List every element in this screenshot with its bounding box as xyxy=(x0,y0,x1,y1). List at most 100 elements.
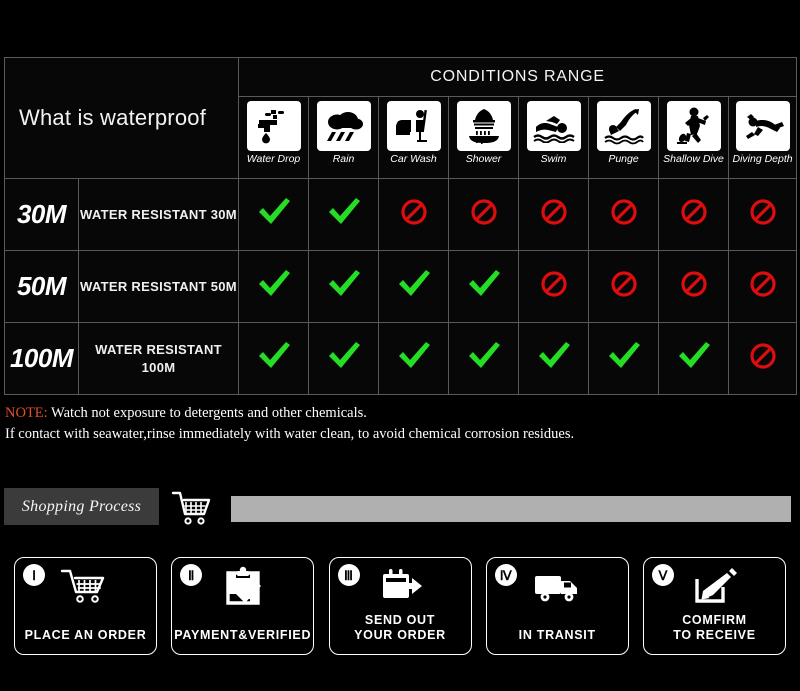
shopping-process-tag: Shopping Process xyxy=(4,488,159,525)
package-arrow-out-icon xyxy=(330,566,471,608)
rating-cell-r0-c4 xyxy=(518,178,590,251)
condition-column-header-7: Diving Depth xyxy=(728,96,798,179)
rating-cell-r2-c2 xyxy=(378,322,450,395)
description-cell: WATER RESISTANT 50M xyxy=(77,250,240,323)
rating-cell-r1-c1 xyxy=(308,250,380,323)
shopping-step-5[interactable]: Ⅴ COMFIRM TO RECEIVE xyxy=(643,557,786,655)
description-cell: WATER RESISTANT 30M xyxy=(77,178,240,251)
shopping-process-progress-bar xyxy=(231,496,791,522)
condition-column-header-1: Rain xyxy=(308,96,380,179)
check-mark-icon xyxy=(397,341,431,371)
rating-cell-r1-c0 xyxy=(238,250,310,323)
rating-cell-r0-c5 xyxy=(588,178,660,251)
condition-label: Diving Depth xyxy=(732,153,793,165)
shopping-steps-row: Ⅰ PLACE AN ORDER Ⅱ PAYMENT&VERIFIED Ⅲ SE… xyxy=(0,557,800,661)
rating-cell-r2-c1 xyxy=(308,322,380,395)
conditions-range-label: CONDITIONS RANGE xyxy=(430,68,605,85)
depth-value: 50M xyxy=(16,271,67,301)
prohibited-mark-icon xyxy=(610,198,638,226)
rating-cell-r2-c5 xyxy=(588,322,660,395)
check-mark-icon xyxy=(537,341,571,371)
rating-cell-r2-c6 xyxy=(658,322,730,395)
note-line-1: NOTE: Watch not exposure to detergents a… xyxy=(5,403,795,424)
rating-cell-r1-c5 xyxy=(588,250,660,323)
rating-cell-r2-c3 xyxy=(448,322,520,395)
prohibited-mark-icon xyxy=(540,198,568,226)
pencil-signature-icon xyxy=(644,566,785,608)
description-text: WATER RESISTANT 30M xyxy=(80,206,237,222)
condition-label: Shallow Dive xyxy=(663,153,724,165)
prohibited-mark-icon xyxy=(749,270,777,298)
plunge-dive-icon xyxy=(596,101,651,151)
description-cell: WATER RESISTANT 100M xyxy=(77,322,240,395)
page-title: What is waterproof xyxy=(19,105,207,130)
description-text: WATER RESISTANT 100M xyxy=(95,341,222,375)
table-row: 30M WATER RESISTANT 30M xyxy=(4,178,798,251)
faucet-water-drop-icon xyxy=(246,101,301,151)
check-mark-icon xyxy=(257,197,291,227)
condition-label: Shower xyxy=(465,153,502,165)
condition-column-header-2: Car Wash xyxy=(378,96,450,179)
note-line-2: If contact with seawater,rinse immediate… xyxy=(5,426,575,442)
depth-value-cell: 50M xyxy=(4,250,79,323)
condition-column-header-3: Shower xyxy=(448,96,520,179)
rating-cell-r1-c6 xyxy=(658,250,730,323)
description-text: WATER RESISTANT 50M xyxy=(80,278,237,294)
rating-cell-r0-c0 xyxy=(238,178,310,251)
car-wash-icon xyxy=(386,101,441,151)
condition-label: Water Drop xyxy=(246,153,301,165)
rain-cloud-icon xyxy=(316,101,371,151)
rating-cell-r0-c3 xyxy=(448,178,520,251)
prohibited-mark-icon xyxy=(610,270,638,298)
step-label: PLACE AN ORDER xyxy=(24,628,147,642)
rating-cell-r1-c3 xyxy=(448,250,520,323)
depth-value: 100M xyxy=(9,343,74,373)
check-mark-icon xyxy=(397,269,431,299)
shopping-step-2[interactable]: Ⅱ PAYMENT&VERIFIED xyxy=(171,557,315,655)
condition-label: Swim xyxy=(540,153,567,165)
rating-cell-r2-c4 xyxy=(518,322,590,395)
shower-icon xyxy=(456,101,511,151)
rating-cell-r1-c2 xyxy=(378,250,450,323)
swim-icon xyxy=(526,101,581,151)
shallow-dive-icon xyxy=(666,101,721,151)
note-keyword: NOTE: xyxy=(5,405,48,421)
rating-cell-r1-c7 xyxy=(728,250,798,323)
depth-value-cell: 30M xyxy=(4,178,79,251)
condition-label: Punge xyxy=(608,153,639,165)
check-mark-icon xyxy=(327,341,361,371)
condition-column-header-5: Punge xyxy=(588,96,660,179)
check-mark-icon xyxy=(257,269,291,299)
prohibited-mark-icon xyxy=(680,270,708,298)
table-row: 50M WATER RESISTANT 50M xyxy=(4,250,798,323)
shopping-cart-icon xyxy=(167,488,219,530)
step-label: SEND OUT YOUR ORDER xyxy=(354,613,446,642)
condition-column-header-4: Swim xyxy=(518,96,590,179)
condition-column-header-0: Water Drop xyxy=(238,96,310,179)
prohibited-mark-icon xyxy=(470,198,498,226)
shopping-step-3[interactable]: Ⅲ SEND OUT YOUR ORDER xyxy=(328,557,472,655)
prohibited-mark-icon xyxy=(540,270,568,298)
check-mark-icon xyxy=(327,197,361,227)
note-line-1-text: Watch not exposure to detergents and oth… xyxy=(47,405,367,421)
shopping-step-1[interactable]: Ⅰ PLACE AN ORDER xyxy=(14,557,157,655)
condition-column-header-6: Shallow Dive xyxy=(658,96,730,179)
condition-label: Rain xyxy=(332,153,355,165)
table-row: 100M WATER RESISTANT 100M xyxy=(4,322,798,395)
check-mark-icon xyxy=(257,341,291,371)
step-label: COMFIRM TO RECEIVE xyxy=(673,613,756,642)
rating-cell-r0-c2 xyxy=(378,178,450,251)
check-mark-icon xyxy=(467,341,501,371)
rating-cell-r0-c7 xyxy=(728,178,798,251)
rating-cell-r2-c7 xyxy=(728,322,798,395)
rating-cell-r0-c6 xyxy=(658,178,730,251)
rating-cell-r2-c0 xyxy=(238,322,310,395)
shopping-step-4[interactable]: Ⅳ IN TRANSIT xyxy=(485,557,629,655)
shopping-cart-icon xyxy=(15,566,156,608)
shopping-process-bar: Shopping Process xyxy=(0,488,800,530)
condition-label: Car Wash xyxy=(390,153,437,165)
step-label: PAYMENT&VERIFIED xyxy=(174,628,312,642)
table-title-cell: What is waterproof xyxy=(3,57,240,179)
conditions-range-header: CONDITIONS RANGE xyxy=(238,57,798,97)
depth-value: 30M xyxy=(16,199,67,229)
